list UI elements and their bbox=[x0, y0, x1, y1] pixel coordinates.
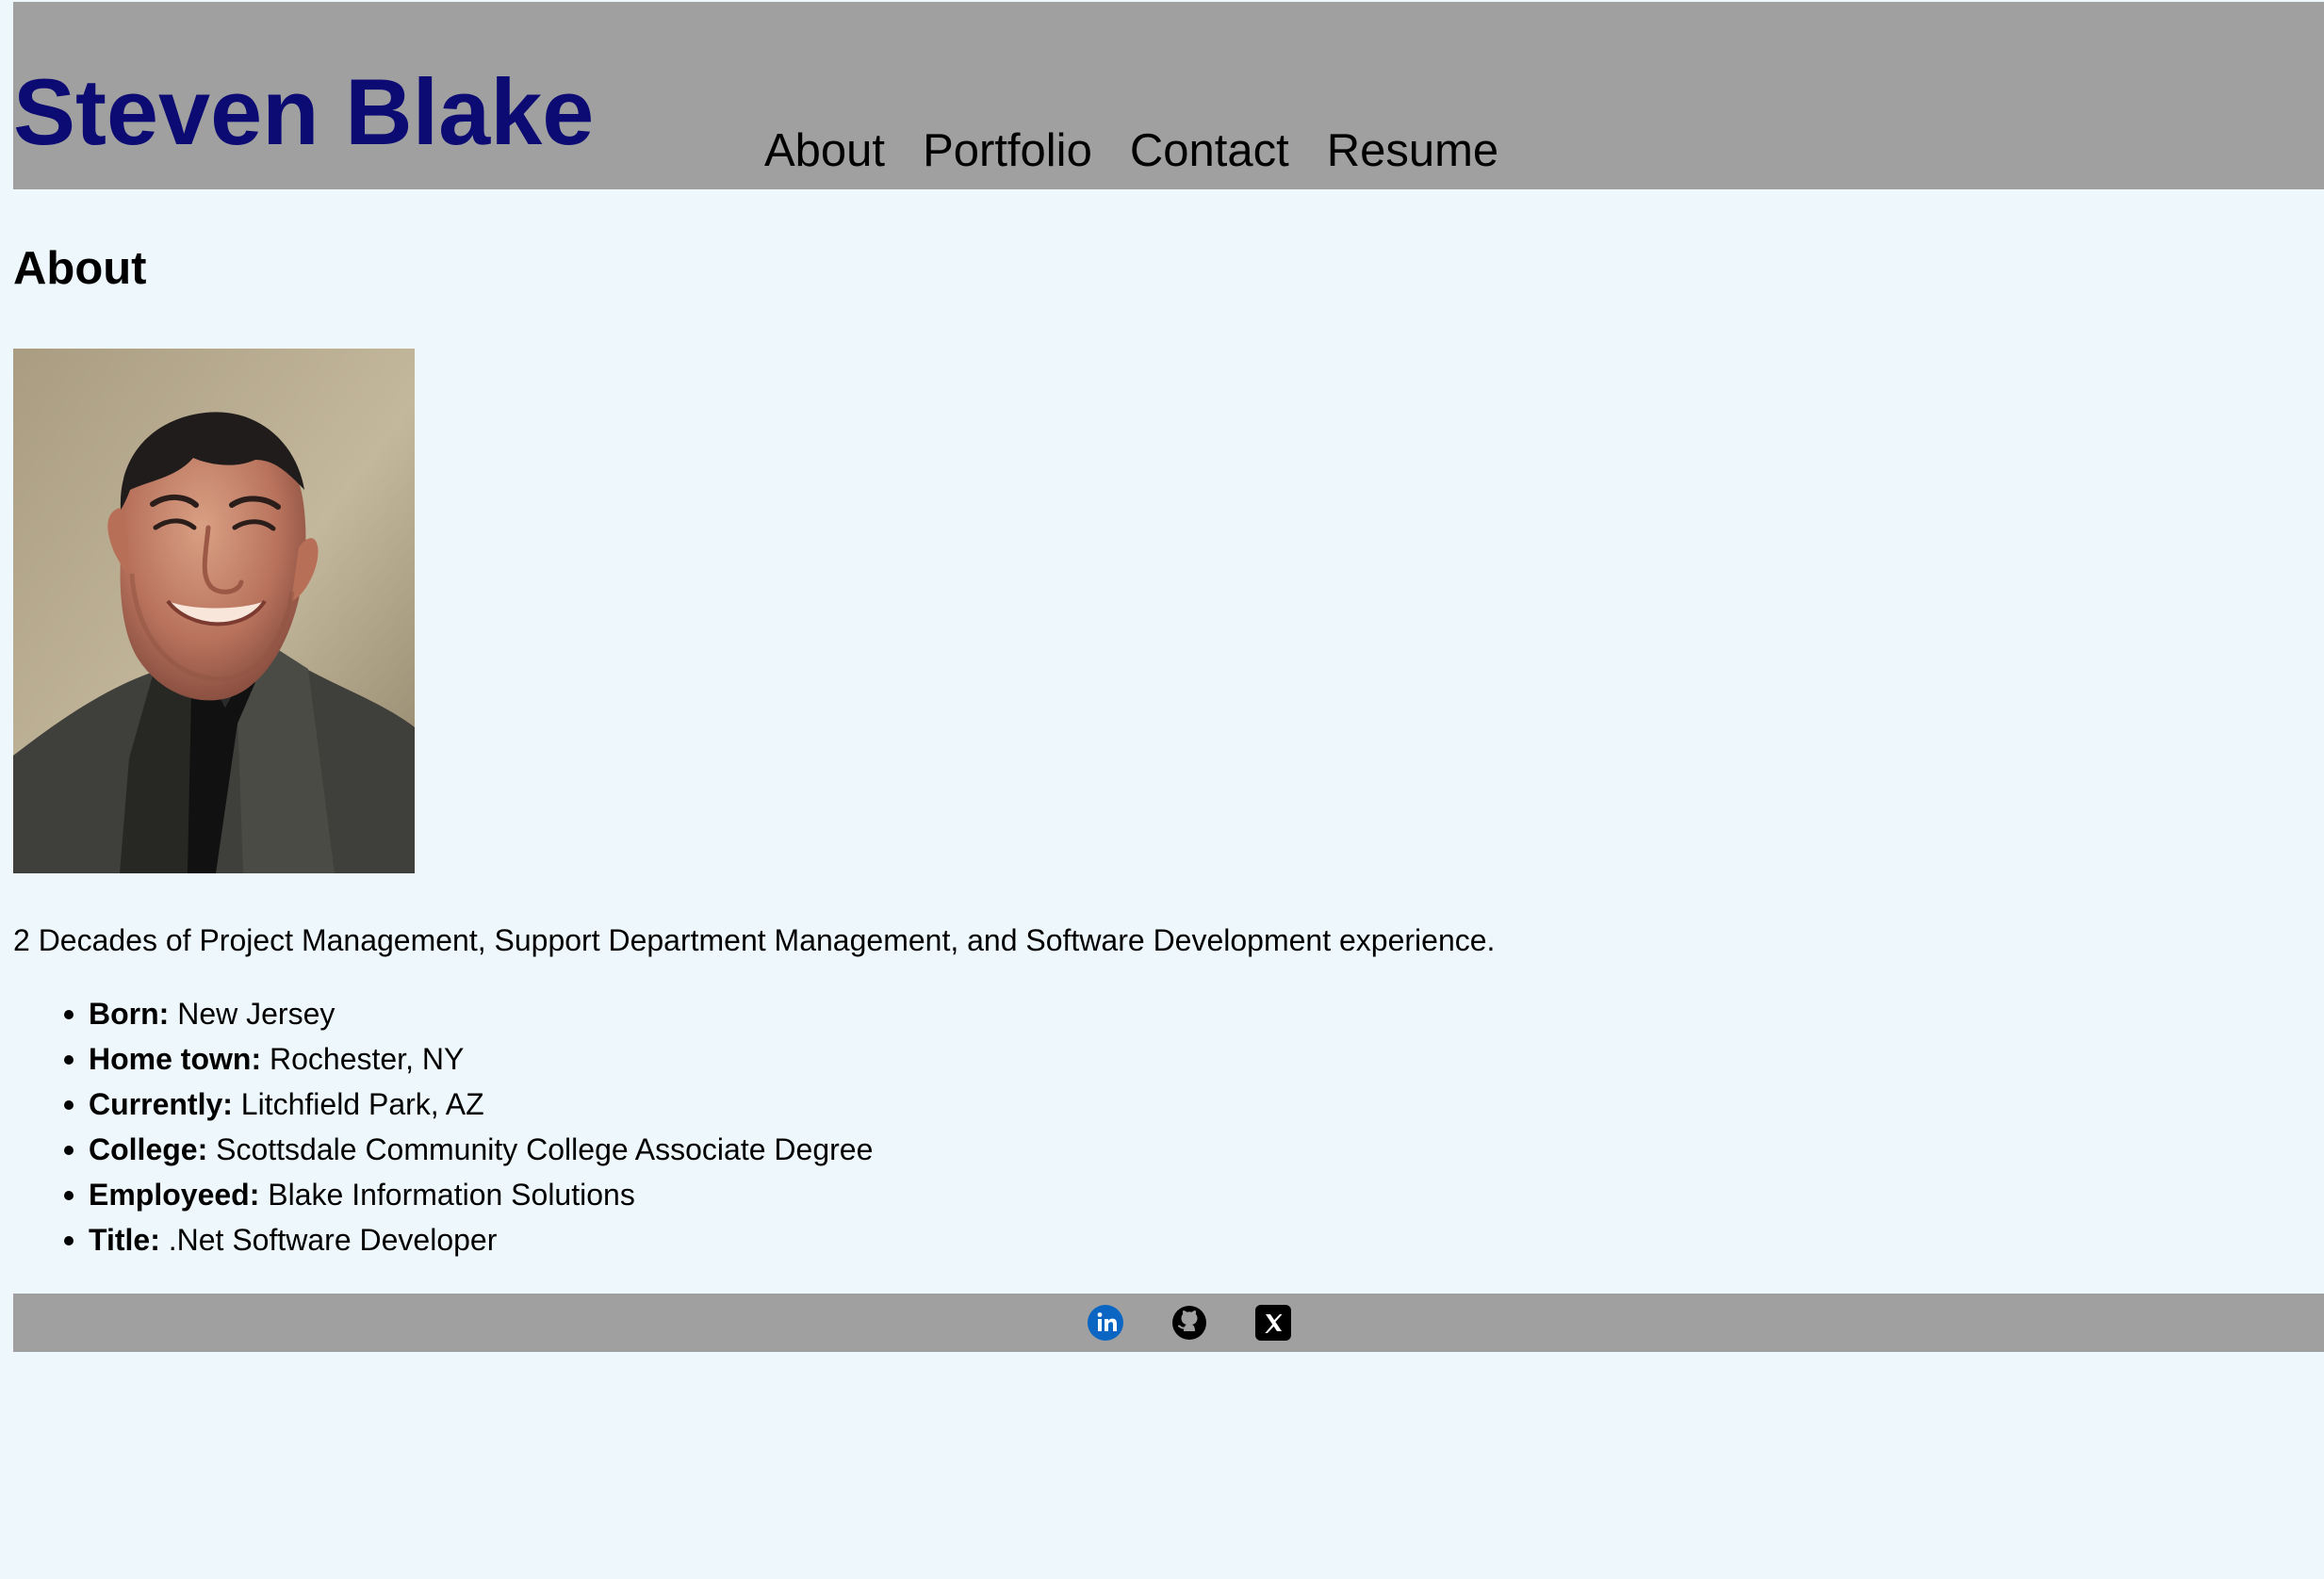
list-item-title: Title: .Net Software Developer bbox=[13, 1221, 873, 1266]
fact-label: Employeed: bbox=[89, 1178, 260, 1212]
list-item-home-town: Home town: Rochester, NY bbox=[13, 1040, 873, 1085]
fact-label: Currently: bbox=[89, 1087, 233, 1121]
bullet-icon bbox=[64, 1010, 74, 1019]
nav-link-resume[interactable]: Resume bbox=[1327, 122, 1498, 179]
x-icon bbox=[1255, 1305, 1291, 1341]
bullet-icon bbox=[64, 1146, 74, 1155]
intro-text: 2 Decades of Project Management, Support… bbox=[13, 923, 1496, 957]
x-link[interactable] bbox=[1254, 1304, 1292, 1342]
list-item-college: College: Scottsdale Community College As… bbox=[13, 1131, 873, 1176]
profile-facts-list: Born: New Jersey Home town: Rochester, N… bbox=[13, 995, 873, 1266]
fact-value: Rochester, NY bbox=[269, 1042, 465, 1076]
site-title[interactable]: Steven Blake bbox=[13, 60, 594, 164]
list-item-currently: Currently: Litchfield Park, AZ bbox=[13, 1085, 873, 1131]
nav-link-portfolio[interactable]: Portfolio bbox=[923, 122, 1092, 179]
linkedin-link[interactable] bbox=[1087, 1304, 1124, 1342]
nav-link-contact[interactable]: Contact bbox=[1130, 122, 1289, 179]
bullet-icon bbox=[64, 1100, 74, 1110]
profile-photo bbox=[13, 349, 415, 873]
fact-value: New Jersey bbox=[177, 997, 336, 1031]
github-link[interactable] bbox=[1170, 1304, 1208, 1342]
site-footer bbox=[13, 1294, 2324, 1352]
about-heading: About bbox=[13, 243, 147, 294]
github-icon bbox=[1172, 1306, 1206, 1340]
bullet-icon bbox=[64, 1055, 74, 1065]
fact-value: Scottsdale Community College Associate D… bbox=[216, 1132, 874, 1166]
fact-value: .Net Software Developer bbox=[168, 1223, 498, 1257]
linkedin-icon bbox=[1088, 1305, 1123, 1341]
profile-portrait-image bbox=[13, 349, 415, 873]
site-header: Steven Blake About Portfolio Contact Res… bbox=[13, 2, 2324, 189]
fact-label: College: bbox=[89, 1132, 208, 1166]
main-navigation: About Portfolio Contact Resume bbox=[764, 122, 1498, 179]
fact-label: Home town: bbox=[89, 1042, 262, 1076]
bullet-icon bbox=[64, 1236, 74, 1245]
list-item-employed: Employeed: Blake Information Solutions bbox=[13, 1176, 873, 1221]
list-item-born: Born: New Jersey bbox=[13, 995, 873, 1040]
fact-value: Litchfield Park, AZ bbox=[240, 1087, 484, 1121]
fact-label: Title: bbox=[89, 1223, 160, 1257]
nav-link-about[interactable]: About bbox=[764, 122, 885, 179]
fact-value: Blake Information Solutions bbox=[268, 1178, 635, 1212]
bullet-icon bbox=[64, 1191, 74, 1200]
fact-label: Born: bbox=[89, 997, 170, 1031]
